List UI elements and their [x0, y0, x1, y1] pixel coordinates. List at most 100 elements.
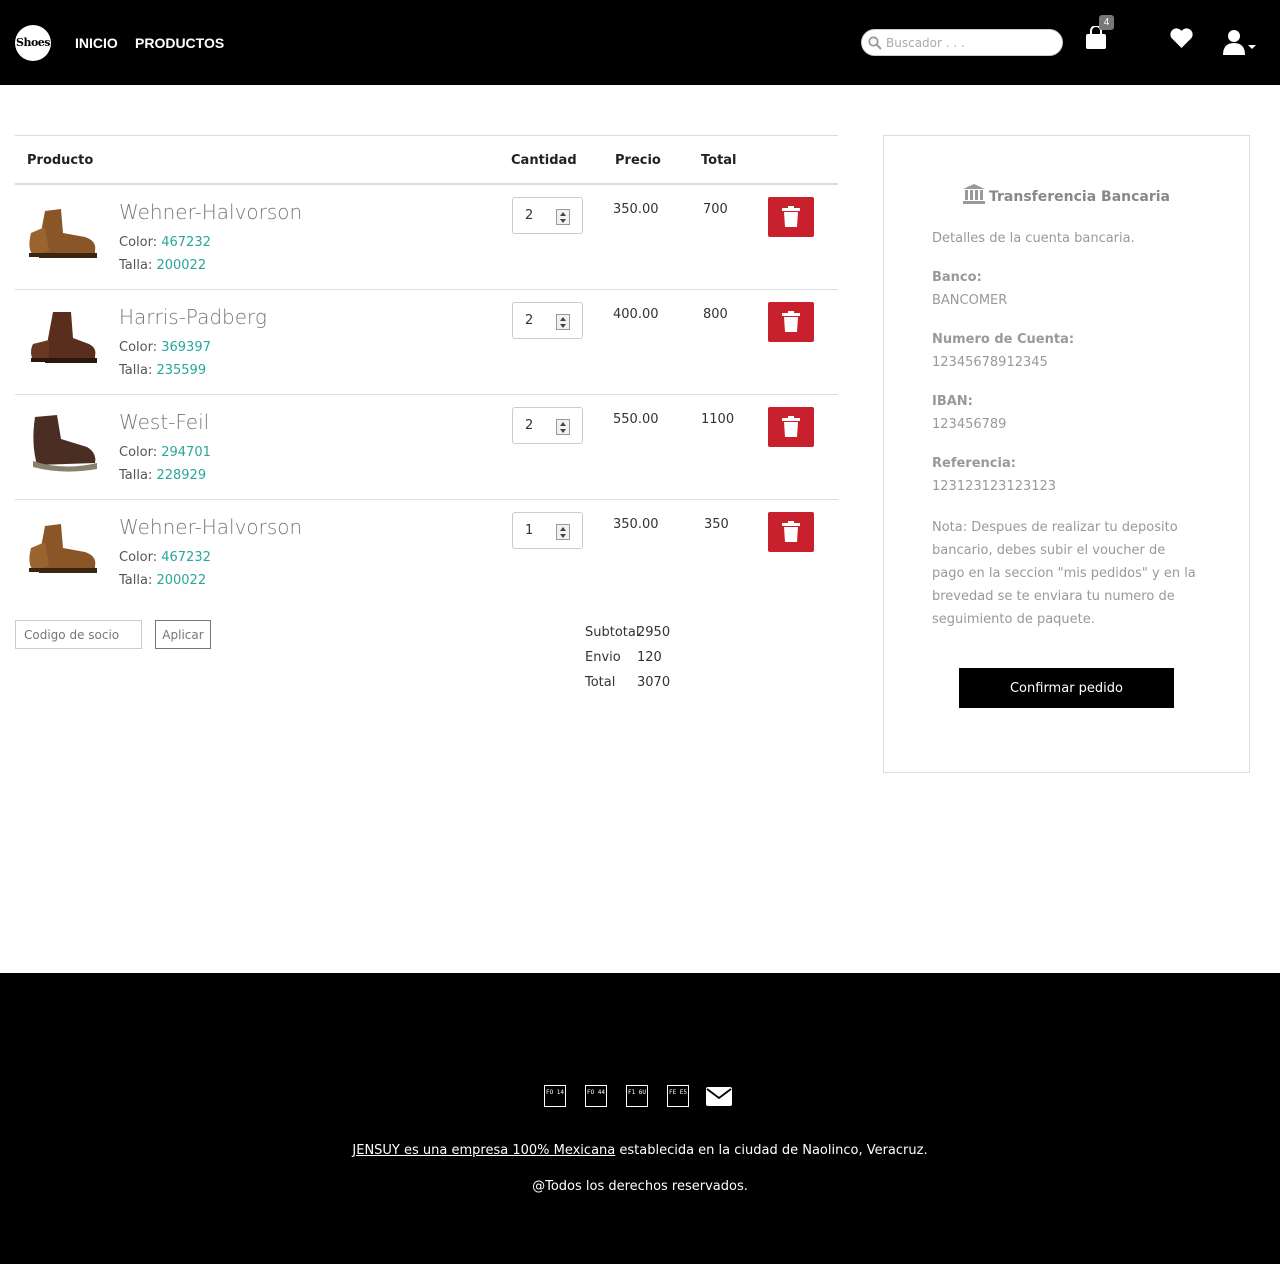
color-value: 369397 — [161, 340, 211, 355]
product-color: Color: 467232 — [119, 550, 211, 565]
company-location: establecida en la ciudad de Naolinco, Ve… — [615, 1143, 928, 1158]
nav-inicio[interactable]: INICIO — [75, 35, 118, 51]
bank-value: BANCOMER — [932, 293, 1008, 308]
product-name[interactable]: West-Feil — [119, 410, 209, 434]
line-total: 700 — [703, 202, 728, 217]
shipping-value: 120 — [637, 650, 662, 665]
copyright: @Todos los derechos reservados. — [532, 1179, 748, 1194]
unit-price: 550.00 — [613, 412, 659, 427]
delete-item-button[interactable] — [768, 302, 814, 342]
payment-method-title: Transferencia Bancaria — [884, 184, 1249, 205]
color-label: Color: — [119, 550, 158, 565]
talla-value: 235599 — [156, 363, 207, 378]
payment-title-text: Transferencia Bancaria — [988, 189, 1170, 205]
quantity-stepper[interactable]: 1 — [512, 512, 583, 549]
talla-label: Talla: — [119, 258, 153, 273]
caret-down-icon — [1248, 45, 1256, 49]
delete-item-button[interactable] — [768, 407, 814, 447]
product-talla: Talla: 228929 — [119, 468, 206, 483]
site-logo[interactable]: Shoes — [15, 25, 51, 61]
social-instagram-icon[interactable]: F1 6U — [626, 1085, 648, 1107]
top-navbar: Shoes INICIO PRODUCTOS 4 — [0, 0, 1280, 85]
quantity-stepper[interactable]: 2 — [512, 197, 583, 234]
quantity-value: 2 — [525, 313, 534, 328]
product-talla: Talla: 235599 — [119, 363, 206, 378]
product-name[interactable]: Wehner-Halvorson — [119, 200, 302, 224]
trash-icon — [782, 521, 800, 542]
apply-code-button[interactable]: Aplicar — [155, 620, 211, 649]
trash-icon — [782, 311, 800, 332]
iban-value: 123456789 — [932, 417, 1007, 432]
partner-code-input[interactable] — [15, 620, 142, 649]
company-link[interactable]: JENSUY es una empresa 100% Mexicana — [352, 1143, 615, 1158]
talla-label: Talla: — [119, 573, 153, 588]
header-total: Total — [701, 153, 737, 168]
company-info: JENSUY es una empresa 100% Mexicana esta… — [0, 1143, 1280, 1158]
table-row: Wehner-Halvorson Color: 467232 Talla: 20… — [15, 185, 838, 290]
quantity-value: 1 — [525, 523, 534, 538]
product-image[interactable] — [27, 203, 99, 263]
trash-icon — [782, 206, 800, 227]
product-color: Color: 467232 — [119, 235, 211, 250]
talla-label: Talla: — [119, 468, 153, 483]
product-name[interactable]: Harris-Padberg — [119, 305, 267, 329]
social-youtube-icon[interactable]: FE E5 — [667, 1085, 689, 1107]
search-input[interactable] — [886, 33, 1056, 53]
search-box — [861, 29, 1063, 56]
spinner-arrows-icon[interactable] — [556, 524, 570, 540]
total-value: 3070 — [637, 675, 671, 690]
header-precio: Precio — [615, 153, 661, 168]
envelope-icon[interactable] — [706, 1087, 732, 1106]
table-row: West-Feil Color: 294701 Talla: 228929 2 … — [15, 395, 838, 500]
color-value: 294701 — [161, 445, 211, 460]
account-number-label: Numero de Cuenta: — [932, 332, 1075, 347]
payment-panel: Transferencia Bancaria Detalles de la cu… — [883, 135, 1250, 773]
shipping-label: Envio — [585, 650, 621, 665]
logo-text: Shoes — [16, 36, 50, 49]
cart-count-badge: 4 — [1099, 15, 1114, 30]
account-number-value: 12345678912345 — [932, 355, 1048, 370]
spinner-arrows-icon[interactable] — [556, 209, 570, 225]
confirm-order-button[interactable]: Confirmar pedido — [959, 668, 1174, 708]
product-color: Color: 369397 — [119, 340, 211, 355]
color-value: 467232 — [161, 550, 211, 565]
quantity-stepper[interactable]: 2 — [512, 407, 583, 444]
user-icon[interactable] — [1223, 29, 1257, 55]
trash-icon — [782, 416, 800, 437]
table-row: Harris-Padberg Color: 369397 Talla: 2355… — [15, 290, 838, 395]
product-image[interactable] — [27, 308, 99, 368]
delete-item-button[interactable] — [768, 197, 814, 237]
social-facebook-icon[interactable]: FO 14 — [544, 1085, 566, 1107]
header-producto: Producto — [27, 153, 94, 168]
delete-item-button[interactable] — [768, 512, 814, 552]
subtotal-value: 2950 — [637, 625, 671, 640]
unit-price: 400.00 — [613, 307, 659, 322]
social-twitter-icon[interactable]: FO 44 — [585, 1085, 607, 1107]
heart-icon[interactable] — [1169, 27, 1194, 49]
unit-price: 350.00 — [613, 202, 659, 217]
quantity-stepper[interactable]: 2 — [512, 302, 583, 339]
reference-value: 123123123123123 — [932, 479, 1057, 494]
bank-icon — [962, 184, 985, 204]
product-image[interactable] — [27, 518, 99, 578]
footer: FO 14 FO 44 F1 6U FE E5 JENSUY es una em… — [0, 973, 1280, 1264]
nav-productos[interactable]: PRODUCTOS — [135, 35, 224, 51]
search-icon — [868, 36, 882, 50]
product-name[interactable]: Wehner-Halvorson — [119, 515, 302, 539]
product-talla: Talla: 200022 — [119, 258, 206, 273]
spinner-arrows-icon[interactable] — [556, 419, 570, 435]
line-total: 1100 — [701, 412, 735, 427]
unit-price: 350.00 — [613, 517, 659, 532]
color-label: Color: — [119, 445, 158, 460]
account-details-text: Detalles de la cuenta bancaria. — [932, 231, 1135, 246]
iban-label: IBAN: — [932, 394, 973, 409]
talla-value: 200022 — [156, 258, 207, 273]
product-talla: Talla: 200022 — [119, 573, 206, 588]
spinner-arrows-icon[interactable] — [556, 314, 570, 330]
header-cantidad: Cantidad — [511, 153, 577, 168]
quantity-value: 2 — [525, 208, 534, 223]
product-color: Color: 294701 — [119, 445, 211, 460]
payment-note: Nota: Despues de realizar tu deposito ba… — [932, 520, 1196, 627]
product-image[interactable] — [27, 413, 99, 473]
cart-table: Producto Cantidad Precio Total Wehner-Ha… — [15, 135, 838, 605]
